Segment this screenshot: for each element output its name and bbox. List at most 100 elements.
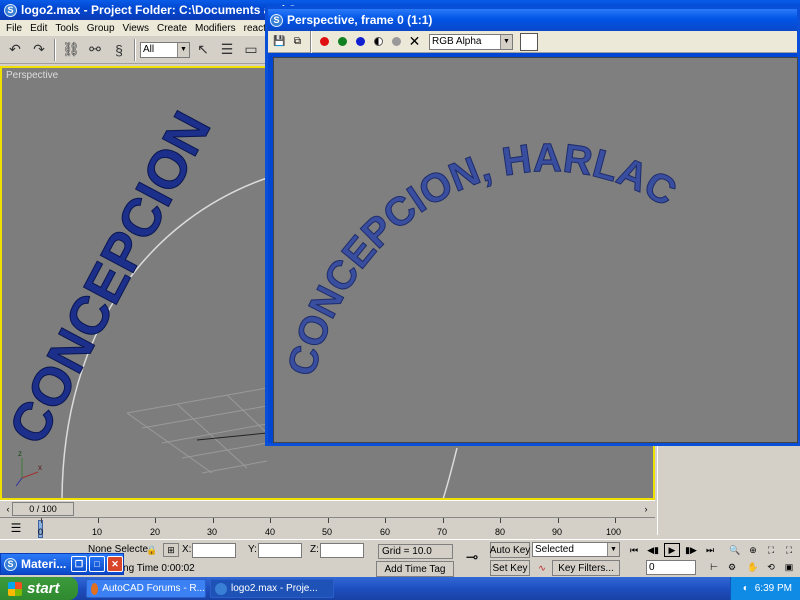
viewport-label[interactable]: Perspective [6, 70, 58, 81]
select-object-icon[interactable]: ↖ [192, 39, 214, 61]
chevron-down-icon: ▼ [500, 34, 512, 49]
chevron-down-icon: ▼ [607, 543, 619, 556]
z-coordinate-field[interactable] [320, 543, 364, 558]
alpha-icon [374, 37, 383, 46]
command-panel[interactable] [657, 440, 800, 535]
axis-gizmo: z x [15, 449, 42, 487]
curve-editor-icon[interactable]: ☰ [8, 521, 24, 535]
restore-icon[interactable]: ❐ [71, 556, 87, 572]
key-mode-dropdown[interactable]: Selected ▼ [532, 542, 620, 557]
time-slider[interactable]: ‹ 0 / 100 › [0, 500, 655, 516]
chevron-right-icon[interactable]: › [638, 502, 654, 516]
previous-frame-icon[interactable]: ◀▮ [645, 543, 661, 557]
lock-icon[interactable]: 🔒 [144, 543, 160, 557]
menu-create[interactable]: Create [153, 23, 191, 34]
zoom-extents-icon[interactable]: ⛶ [763, 543, 779, 557]
chevron-down-icon: ▼ [177, 42, 189, 57]
toolbar-divider [310, 30, 312, 53]
system-tray: ◐ 6:39 PM [730, 577, 800, 600]
arc-rotate-icon[interactable]: ⟲ [763, 560, 779, 574]
tick-label: 0 [38, 527, 44, 537]
taskbar-item-3dsmax[interactable]: logo2.max - Proje... [210, 579, 334, 598]
x-coordinate-field[interactable] [192, 543, 236, 558]
toolbar-divider [54, 38, 56, 61]
max-logo-icon: S [4, 557, 17, 571]
save-icon[interactable]: 💾 [272, 34, 287, 49]
next-frame-icon[interactable]: ▮▶ [683, 543, 699, 557]
viewport-3d-text: CONCEPCION [2, 102, 222, 453]
color-swatch[interactable] [520, 32, 538, 51]
clear-icon[interactable]: ✕ [407, 33, 422, 49]
maximize-icon[interactable]: □ [89, 556, 105, 572]
menu-edit[interactable]: Edit [26, 23, 51, 34]
go-to-end-icon[interactable]: ⏭ [702, 543, 718, 557]
rendered-3d-textpath: CONCEPCION, HARLAC [279, 136, 684, 381]
blue-channel-button[interactable] [353, 34, 368, 49]
menu-group[interactable]: Group [83, 23, 119, 34]
taskbar-item-autocad-forums[interactable]: AutoCAD Forums - R... [86, 579, 206, 598]
selection-region-icon[interactable]: ▭ [240, 39, 262, 61]
toolbar-divider [134, 38, 136, 61]
mono-button[interactable] [389, 34, 404, 49]
select-by-name-icon[interactable]: ☰ [216, 39, 238, 61]
tick-label: 30 [207, 527, 218, 537]
menu-tools[interactable]: Tools [51, 23, 82, 34]
redo-icon[interactable]: ↷ [28, 39, 50, 61]
channel-dropdown[interactable]: RGB Alpha ▼ [429, 33, 513, 50]
render-window-titlebar[interactable]: S Perspective, frame 0 (1:1) [268, 9, 797, 31]
green-channel-button[interactable] [335, 34, 350, 49]
taskbar: start AutoCAD Forums - R... logo2.max - … [0, 577, 800, 600]
windows-logo-icon [8, 581, 22, 596]
key-filters-button[interactable]: Key Filters... [552, 560, 620, 576]
zoom-icon[interactable]: 🔍 [727, 543, 743, 557]
zoom-all-icon[interactable]: ⊕ [745, 543, 761, 557]
bind-space-warp-icon[interactable]: § [108, 39, 130, 61]
set-key-button[interactable]: Set Key [490, 560, 530, 576]
tangent-icon[interactable]: ∿ [534, 561, 550, 575]
network-icon[interactable]: ◐ [743, 583, 749, 594]
auto-key-button[interactable]: Auto Key [490, 542, 530, 558]
selection-filter-dropdown[interactable]: All ▼ [140, 41, 190, 58]
x-label: X: [182, 544, 192, 555]
unlink-icon[interactable]: ⚯ [84, 39, 106, 61]
rendered-frame-window[interactable]: S Perspective, frame 0 (1:1) 💾 ⧉ ✕ RGB A… [265, 6, 800, 446]
tick-mark [443, 518, 444, 523]
time-slider-thumb[interactable]: 0 / 100 [12, 502, 74, 516]
key-mode-toggle-icon[interactable]: ⊢ [706, 560, 722, 574]
menu-views[interactable]: Views [119, 23, 154, 34]
time-config-icon[interactable]: ⚙ [724, 560, 740, 574]
current-frame-field[interactable]: 0 [646, 560, 696, 575]
tick-mark [558, 518, 559, 523]
menu-file[interactable]: File [2, 23, 26, 34]
maximize-viewport-icon[interactable]: ▣ [781, 560, 797, 574]
ground-grid [126, 387, 268, 474]
svg-text:x: x [38, 463, 42, 472]
tick-label: 20 [150, 527, 161, 537]
selection-filter-value: All [143, 44, 155, 55]
render-toolbar: 💾 ⧉ ✕ RGB Alpha ▼ [268, 30, 797, 53]
y-coordinate-field[interactable] [258, 543, 302, 558]
zoom-extents-all-icon[interactable]: ⛶ [781, 543, 797, 557]
absolute-mode-icon[interactable]: ⊞ [163, 543, 179, 557]
track-bar[interactable]: ☰ 0 10 20 30 40 50 60 70 80 90 100 [0, 517, 655, 539]
tick-label: 90 [552, 527, 563, 537]
alpha-channel-button[interactable] [371, 34, 386, 49]
link-icon[interactable]: ⛓ [60, 39, 82, 61]
play-icon[interactable]: ▶ [664, 543, 680, 557]
world-axis-line [196, 432, 268, 441]
red-channel-button[interactable] [317, 34, 332, 49]
undo-icon[interactable]: ↶ [4, 39, 26, 61]
add-time-tag-button[interactable]: Add Time Tag [376, 561, 454, 577]
key-icon[interactable]: ⊸ [460, 549, 484, 566]
render-window-title: Perspective, frame 0 (1:1) [287, 13, 433, 27]
menu-modifiers[interactable]: Modifiers [191, 23, 240, 34]
clone-icon[interactable]: ⧉ [290, 34, 305, 49]
close-icon[interactable]: ✕ [107, 556, 123, 572]
start-button[interactable]: start [0, 577, 78, 600]
pan-icon[interactable]: ✋ [745, 560, 761, 574]
go-to-start-icon[interactable]: ⏮ [626, 543, 642, 557]
z-label: Z: [310, 544, 319, 555]
tick-label: 40 [265, 527, 276, 537]
material-editor-minimized[interactable]: S Materi... ❐ □ ✕ [0, 553, 124, 575]
tick-mark [98, 518, 99, 523]
